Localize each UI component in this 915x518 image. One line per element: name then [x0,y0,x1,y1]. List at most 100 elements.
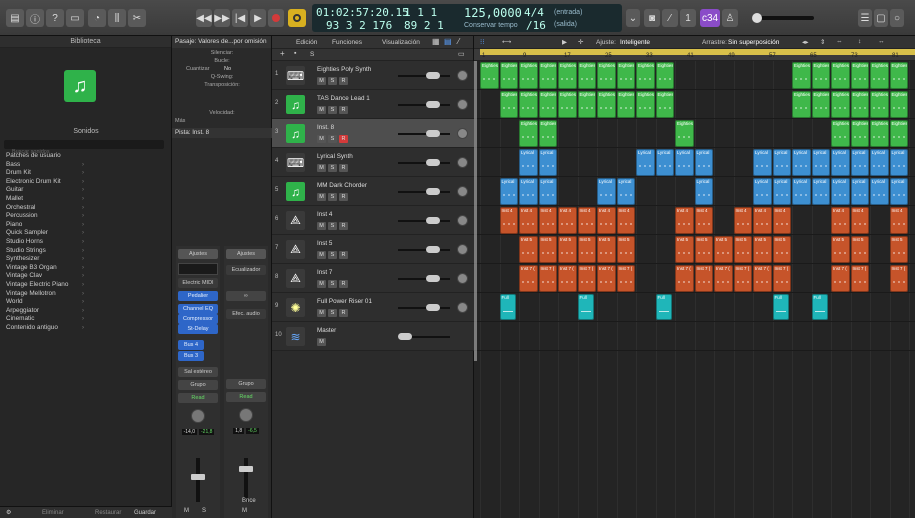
track-volume-knob[interactable] [426,217,440,224]
midi-region[interactable]: Inst 5 [850,236,869,263]
midi-region[interactable]: Lyrical [850,149,869,176]
midi-region[interactable]: Inst 7 ( [694,265,713,292]
midi-region[interactable]: Eighties [597,91,616,118]
scissors-icon[interactable]: ✂ [128,9,146,27]
strip2-eq-label[interactable]: Ecualizador [226,265,266,275]
music-note-icon[interactable]: ♫ [286,124,305,143]
track-record-button[interactable]: R [339,77,348,85]
counter-badge[interactable]: c34 [700,9,720,27]
library-item[interactable]: Orchestral › [0,204,172,213]
vertical-zoom-icon[interactable]: ⇕ [820,38,825,46]
grid-view-icon[interactable]: ▦ [432,37,440,46]
track-volume-knob[interactable] [426,188,440,195]
midi-region[interactable]: Eighties [480,62,499,89]
track-solo-button[interactable]: S [328,309,337,317]
strip2-pan-knob[interactable] [239,408,253,422]
library-item[interactable]: World › [0,298,172,307]
strip1-send-bus3[interactable]: Bus 3 [178,351,204,361]
library-item[interactable]: Percussion › [0,212,172,221]
rewind-icon[interactable]: ◀◀ [196,9,212,27]
track-volume-slider[interactable] [398,333,450,340]
track-volume-slider[interactable] [398,246,450,253]
record-icon[interactable] [268,9,284,27]
strip1-mute-button[interactable]: M [184,508,189,514]
midi-region[interactable]: Inst 4 [675,207,694,234]
track-record-button[interactable]: R [339,251,348,259]
forward-icon[interactable]: ▶▶ [214,9,230,27]
midi-region[interactable]: Inst 4 [831,207,850,234]
folder-icon[interactable]: ▪ [294,50,296,57]
midi-region[interactable]: Inst 7 ( [538,265,557,292]
strip1-fader-cap[interactable] [191,474,205,480]
track-header[interactable]: 2 ♫ TAS Dance Lead 1 MSR [272,90,474,119]
track-header[interactable]: 8 ⟁ Inst 7 MSR [272,264,474,293]
track-volume-slider[interactable] [398,304,450,311]
midi-region[interactable]: Eighties [850,120,869,147]
midi-region[interactable]: Eighties [675,120,694,147]
midi-region[interactable]: Full [772,294,789,320]
track-name[interactable]: Inst 7 [317,269,332,276]
track-pan-knob[interactable] [457,186,468,197]
midi-region[interactable]: Eighties [889,62,908,89]
cycle-icon[interactable] [288,9,306,27]
midi-region[interactable]: Inst 7 ( [772,265,791,292]
lcd-dropdown-icon[interactable]: ⌄ [626,9,640,27]
library-item[interactable]: Vintage Clav › [0,272,172,281]
track-solo-button[interactable]: S [328,222,337,230]
midi-region[interactable]: Lyrical [675,149,694,176]
midi-region[interactable]: Inst 5 [675,236,694,263]
midi-region[interactable]: Eighties [889,91,908,118]
midi-region[interactable]: Lyrical [616,178,635,205]
track-record-button[interactable]: R [339,135,348,143]
midi-region[interactable]: Inst 4 [597,207,616,234]
track-mute-button[interactable]: M [317,106,326,114]
strip1-automation[interactable]: Read [178,393,218,403]
track-mute-button[interactable]: M [317,135,326,143]
strip1-comp[interactable]: Compressor [178,314,218,324]
midi-region[interactable]: Eighties [870,91,889,118]
midi-region[interactable]: Inst 5 [772,236,791,263]
lcd-display[interactable]: 01:02:57:20.15 1 1 1 93 3 2 176 89 2 1 1… [312,4,622,32]
midi-region[interactable]: Lyrical [772,178,791,205]
midi-region[interactable]: Lyrical [850,178,869,205]
strip2-group[interactable]: Grupo [226,379,266,389]
midi-region[interactable]: Eighties [577,91,596,118]
track-volume-knob[interactable] [426,159,440,166]
midi-region[interactable]: Lyrical [870,178,889,205]
midi-region[interactable]: Full [499,294,516,320]
synth-keyboard-icon[interactable]: ⌨ [286,66,305,85]
midi-region[interactable]: Inst 4 [889,207,908,234]
track-name[interactable]: Inst. 8 [317,124,334,131]
track-mute-button[interactable]: M [317,251,326,259]
delete-button[interactable]: Eliminar [42,510,64,516]
midi-region[interactable]: Inst 7 ( [753,265,772,292]
countin-icon[interactable]: 1 [680,9,696,27]
midi-region[interactable]: Inst 5 [519,236,538,263]
midi-region[interactable]: Inst 4 [616,207,635,234]
midi-region[interactable]: Eighties [831,120,850,147]
track-record-button[interactable]: R [339,309,348,317]
waveform-zoom-icon[interactable]: ◂▸ [802,38,809,46]
info-icon[interactable]: ⓘ [26,9,44,27]
master-volume-knob[interactable] [752,13,762,23]
track-solo-button[interactable]: S [328,106,337,114]
view-menu[interactable]: Visualización [382,39,420,46]
library-item[interactable]: Quick Sampler › [0,229,172,238]
midi-region[interactable]: Eighties [655,91,674,118]
midi-region[interactable]: Lyrical [811,178,830,205]
library-item[interactable]: Vintage B3 Organ › [0,264,172,273]
midi-region[interactable]: Eighties [655,62,674,89]
midi-region[interactable]: Eighties [811,91,830,118]
strip1-group[interactable]: Grupo [178,380,218,390]
track-volume-slider[interactable] [398,130,450,137]
midi-region[interactable]: Inst 4 [558,207,577,234]
track-name[interactable]: TAS Dance Lead 1 [317,95,370,102]
library-item[interactable]: Studio Horns › [0,238,172,247]
midi-region[interactable]: Lyrical [772,149,791,176]
midi-region[interactable]: Inst 5 [538,236,557,263]
go-to-start-icon[interactable]: |◀ [232,9,248,27]
track-volume-slider[interactable] [398,101,450,108]
track-volume-slider[interactable] [398,188,450,195]
midi-region[interactable]: Inst 4 [519,207,538,234]
midi-region[interactable]: Eighties [577,62,596,89]
